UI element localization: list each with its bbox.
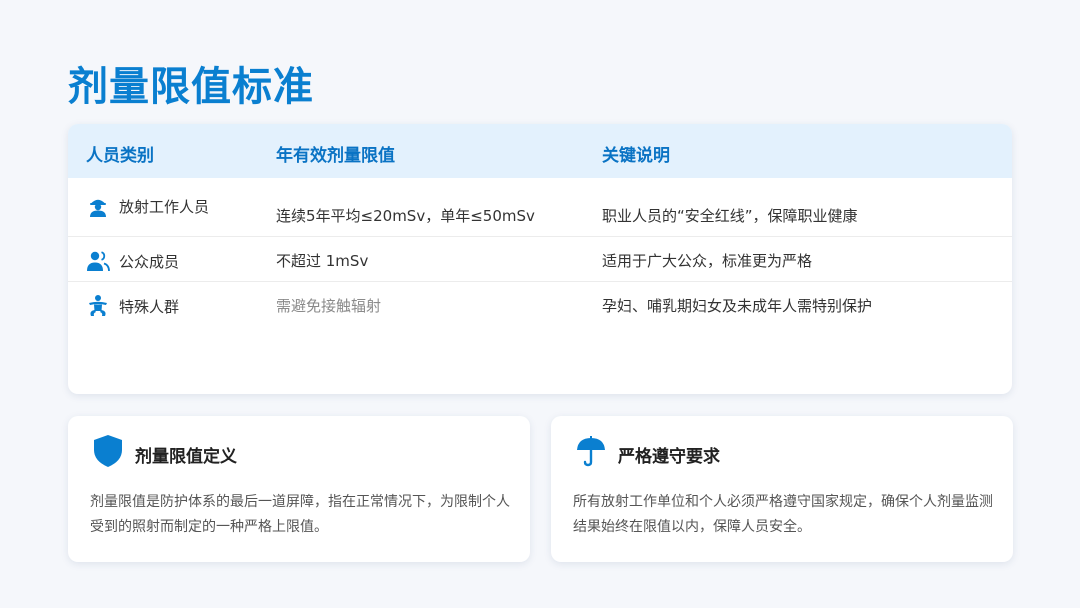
header-annual-limit: 年有效剂量限值 [276, 146, 395, 166]
category-cell: 放射工作人员 [86, 194, 209, 218]
header-category: 人员类别 [86, 146, 154, 166]
key-note: 职业人员的“安全红线”，保障职业健康 [602, 207, 858, 225]
compliance-card: 严格遵守要求 所有放射工作单位和个人必须严格遵守国家规定，确保个人剂量监测结果始… [551, 416, 1013, 562]
limit-value: 不超过 1mSv [276, 252, 369, 270]
worker-icon [86, 194, 110, 218]
table-row: 特殊人群 需避免接触辐射 孕妇、哺乳期妇女及未成年人需特别保护 [68, 282, 1012, 332]
definition-card: 剂量限值定义 剂量限值是防护体系的最后一道屏障，指在正常情况下，为限制个人受到的… [68, 416, 530, 562]
card-title: 严格遵守要求 [618, 447, 720, 467]
limit-value: 连续5年平均≤20mSv，单年≤50mSv [276, 207, 535, 225]
umbrella-icon [575, 434, 607, 468]
table-header: 人员类别 年有效剂量限值 关键说明 [68, 124, 1012, 178]
page-title: 剂量限值标准 [68, 64, 314, 110]
category-cell: 特殊人群 [86, 294, 179, 318]
special-person-icon [86, 294, 110, 318]
limit-value: 需避免接触辐射 [276, 297, 382, 315]
category-label: 特殊人群 [119, 297, 180, 316]
category-cell: 公众成员 [86, 249, 179, 273]
card-title: 剂量限值定义 [135, 447, 237, 467]
table-row: 放射工作人员 连续5年平均≤20mSv，单年≤50mSv 职业人员的“安全红线”… [68, 178, 1012, 237]
shield-icon [92, 434, 124, 468]
public-icon [86, 249, 110, 273]
card-body: 剂量限值是防护体系的最后一道屏障，指在正常情况下，为限制个人受到的照射而制定的一… [90, 494, 510, 535]
table-row: 公众成员 不超过 1mSv 适用于广大公众，标准更为严格 [68, 237, 1012, 282]
category-label: 公众成员 [119, 252, 180, 271]
dose-limit-table: 人员类别 年有效剂量限值 关键说明 放射工作人员 连续5年平均≤20mSv，单年… [68, 124, 1012, 394]
key-note: 孕妇、哺乳期妇女及未成年人需特别保护 [602, 297, 873, 315]
key-note: 适用于广大公众，标准更为严格 [602, 252, 813, 270]
header-key-note: 关键说明 [602, 146, 670, 166]
card-body: 所有放射工作单位和个人必须严格遵守国家规定，确保个人剂量监测结果始终在限值以内，… [573, 494, 993, 535]
category-label: 放射工作人员 [119, 197, 210, 216]
